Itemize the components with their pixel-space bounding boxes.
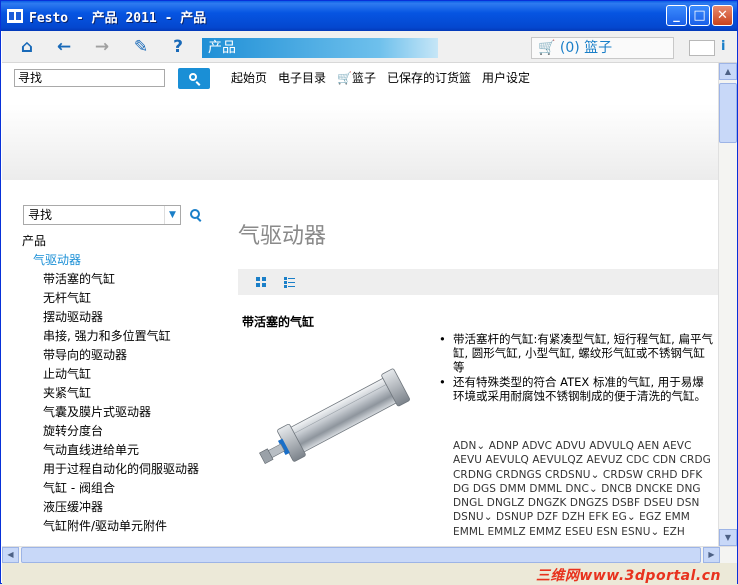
close-button[interactable]: ✕: [712, 5, 733, 26]
add-to-list-icon[interactable]: ✎: [131, 37, 151, 57]
nav-link-ecatalog[interactable]: 电子目录: [278, 69, 326, 86]
cylinder-product-image[interactable]: [256, 365, 424, 465]
window-title: Festo - 产品 2011 - 产品: [29, 10, 207, 26]
tree-item[interactable]: 无杆气缸: [22, 289, 199, 308]
minimize-button[interactable]: _: [666, 5, 687, 26]
tree-item[interactable]: 气动直线进给单元: [22, 441, 199, 460]
tree-item-products[interactable]: 产品: [22, 232, 199, 251]
tree-item[interactable]: 带导向的驱动器: [22, 346, 199, 365]
feature-item: 还有特殊类型的符合 ATEX 标准的气缸, 用于易爆环境或采用耐腐蚀不锈钢制成的…: [438, 375, 714, 403]
grid-view-icon[interactable]: [256, 277, 267, 288]
nav-links: 起始页 电子目录 🛒篮子 已保存的订货篮 用户设定: [231, 69, 530, 86]
nav-link-basket[interactable]: 🛒篮子: [337, 69, 376, 86]
tree-item[interactable]: 气缸 - 阀组合: [22, 479, 199, 498]
app-window: Festo - 产品 2011 - 产品 _ □ ✕ ⌂ ← → ✎ ? 产品 …: [0, 0, 738, 584]
search-icon[interactable]: [190, 209, 202, 221]
festo-app-icon: [7, 9, 23, 23]
search-button[interactable]: [178, 68, 210, 89]
scroll-right-arrow[interactable]: ▶: [703, 547, 720, 563]
back-icon[interactable]: ←: [54, 37, 74, 57]
status-bar: 三维网www.3dportal.cn: [2, 563, 737, 584]
product-code-list[interactable]: ADN⌄ ADNP ADVC ADVU ADVULQ AEN AEVC AEVU…: [453, 439, 715, 539]
search-icon: [189, 73, 197, 81]
tree-item[interactable]: 液压缓冲器: [22, 498, 199, 517]
tree-item[interactable]: 用于过程自动化的伺服驱动器: [22, 460, 199, 479]
tree-item[interactable]: 串接, 强力和多位置气缸: [22, 327, 199, 346]
category-search-value: 寻找: [28, 208, 53, 222]
info-icon[interactable]: i: [721, 39, 725, 54]
toolbar-input[interactable]: [689, 40, 715, 56]
tree-item[interactable]: 止动气缸: [22, 365, 199, 384]
horizontal-scrollbar[interactable]: ◀ ▶: [2, 546, 737, 563]
vertical-scroll-thumb[interactable]: [719, 83, 737, 143]
category-search-select[interactable]: 寻找 ▼: [23, 205, 181, 225]
list-view-icon[interactable]: [284, 277, 295, 288]
maximize-button[interactable]: □: [689, 5, 710, 26]
scroll-down-arrow[interactable]: ▼: [719, 529, 737, 546]
basket-button[interactable]: 🛒 (0) 篮子: [531, 37, 674, 59]
window-controls: _ □ ✕: [666, 5, 733, 26]
main-content: 寻找 ▼ 产品 气驱动器 带活塞的气缸 无杆气缸 摆动驱动器 串接, 强力和多位…: [2, 180, 718, 546]
help-icon[interactable]: ?: [168, 37, 188, 57]
forward-icon[interactable]: →: [92, 37, 112, 57]
section-title[interactable]: 带活塞的气缸: [242, 313, 314, 330]
page-title: 气驱动器: [238, 224, 327, 249]
toolbar: ⌂ ← → ✎ ? 产品 🛒 (0) 篮子 i: [2, 31, 737, 63]
scroll-up-arrow[interactable]: ▲: [719, 63, 737, 80]
chevron-down-icon[interactable]: ▼: [164, 206, 180, 224]
view-toggle-bar: [238, 269, 718, 295]
vertical-scrollbar[interactable]: ▲ ▼: [718, 63, 737, 546]
horizontal-scroll-thumb[interactable]: [21, 547, 701, 563]
home-icon[interactable]: ⌂: [17, 37, 37, 57]
search-input[interactable]: 寻找: [14, 69, 165, 87]
nav-link-saved-baskets[interactable]: 已保存的订货篮: [387, 69, 471, 86]
tree-item[interactable]: 旋转分度台: [22, 422, 199, 441]
tree-item[interactable]: 带活塞的气缸: [22, 270, 199, 289]
top-navigation: 寻找 起始页 电子目录 🛒篮子 已保存的订货篮 用户设定: [2, 63, 718, 180]
feature-item: 带活塞杆的气缸:有紧凑型气缸, 短行程气缸, 扁平气缸, 圆形气缸, 小型气缸,…: [438, 332, 714, 374]
nav-link-user-settings[interactable]: 用户设定: [482, 69, 530, 86]
feature-list: 带活塞杆的气缸:有紧凑型气缸, 短行程气缸, 扁平气缸, 圆形气缸, 小型气缸,…: [438, 332, 714, 404]
tree-item[interactable]: 气缸附件/驱动单元附件: [22, 517, 199, 536]
location-bar: 产品: [202, 38, 438, 58]
tree-item[interactable]: 气囊及膜片式驱动器: [22, 403, 199, 422]
scroll-left-arrow[interactable]: ◀: [2, 547, 19, 563]
tree-item-pneumatic-drives[interactable]: 气驱动器: [22, 251, 199, 270]
tree-item[interactable]: 夹紧气缸: [22, 384, 199, 403]
category-tree: 产品 气驱动器 带活塞的气缸 无杆气缸 摆动驱动器 串接, 强力和多位置气缸 带…: [22, 232, 199, 536]
title-bar[interactable]: Festo - 产品 2011 - 产品 _ □ ✕: [1, 1, 737, 31]
nav-link-home[interactable]: 起始页: [231, 69, 267, 86]
watermark: 三维网www.3dportal.cn: [535, 568, 721, 584]
tree-item[interactable]: 摆动驱动器: [22, 308, 199, 327]
